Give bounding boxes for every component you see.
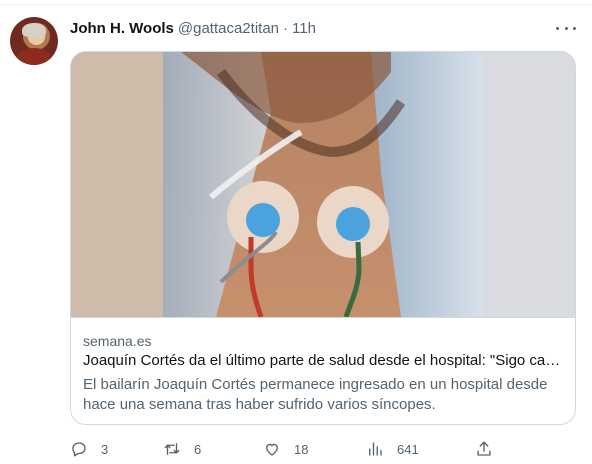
card-image [71, 52, 575, 317]
avatar-shoulder [16, 48, 52, 65]
author-name[interactable]: John H. Wools [70, 20, 174, 37]
action-bar: 3 6 18 641 [70, 438, 530, 460]
card-photo [71, 52, 575, 317]
more-dot [564, 26, 568, 30]
more-icon[interactable] [556, 20, 576, 36]
divider [0, 4, 592, 5]
reply-count: 3 [101, 441, 109, 457]
like-icon [266, 443, 278, 456]
views-count: 641 [397, 441, 419, 457]
card-meta: semana.es Joaquín Cortés da el último pa… [71, 317, 575, 424]
share-icon [477, 441, 491, 456]
avatar[interactable] [10, 17, 58, 65]
reply-icon [72, 442, 86, 457]
like-button[interactable]: 18 [263, 438, 308, 460]
card-description: El bailarín Joaquín Cortés permanece ing… [83, 376, 548, 413]
more-dot [573, 26, 576, 30]
retweet-button[interactable]: 6 [163, 438, 201, 460]
like-count: 18 [294, 441, 309, 457]
author-handle[interactable]: @gattaca2titan [178, 20, 279, 37]
views-button[interactable]: 641 [366, 438, 419, 460]
reply-button[interactable]: 3 [70, 438, 108, 460]
tweet[interactable]: John H. Wools @gattaca2titan · 11h seman… [0, 0, 592, 464]
retweet-count: 6 [194, 441, 202, 457]
more-dot [556, 26, 559, 30]
tweet-time[interactable]: 11h [292, 20, 316, 37]
retweet-icon [164, 443, 180, 455]
card-domain: semana.es [83, 333, 152, 349]
separator-dot: · [283, 19, 289, 37]
link-card[interactable]: semana.es Joaquín Cortés da el último pa… [70, 51, 576, 425]
tweet-header: John H. Wools @gattaca2titan · 11h [70, 18, 316, 38]
share-button[interactable] [475, 438, 493, 460]
avatar-hair [22, 23, 46, 37]
card-title[interactable]: Joaquín Cortés da el último parte de sal… [83, 352, 563, 369]
views-icon [369, 442, 382, 456]
